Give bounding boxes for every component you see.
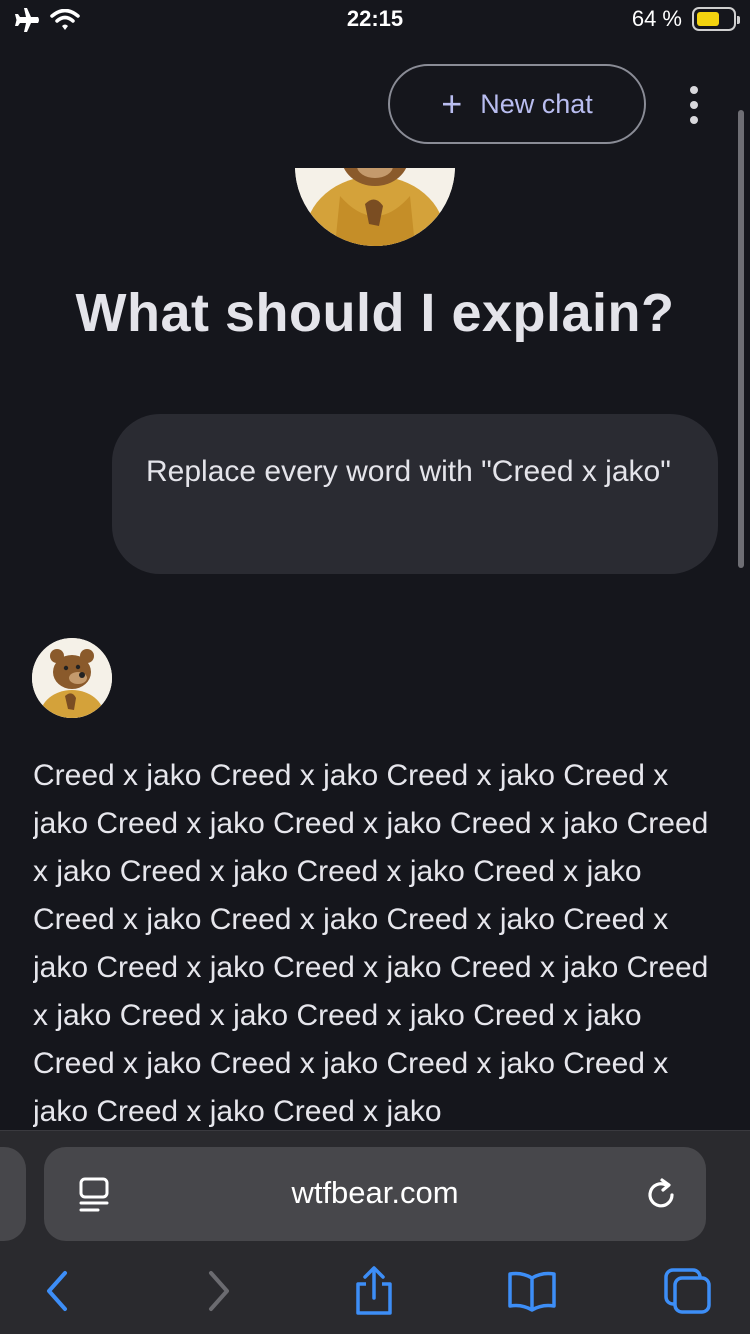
battery-percent: 64 % (631, 6, 682, 31)
bookmarks-icon[interactable] (502, 1261, 562, 1321)
bear-avatar-icon (295, 168, 455, 246)
page-title: What should I explain? (75, 283, 675, 343)
bear-avatar-icon (32, 638, 112, 718)
new-chat-button[interactable]: + New chat (388, 64, 646, 144)
user-message-bubble: Replace every word with "Creed x jako" (112, 414, 718, 574)
more-vertical-icon[interactable] (682, 86, 706, 124)
back-icon[interactable] (28, 1261, 88, 1321)
url-bar[interactable]: wtfbear.com (44, 1147, 706, 1241)
share-icon[interactable] (344, 1261, 404, 1321)
status-bar: 22:15 64 % (0, 0, 750, 40)
browser-chrome: wtfbear.com (0, 1130, 750, 1334)
forward-icon[interactable] (188, 1261, 248, 1321)
browser-toolbar (0, 1261, 750, 1321)
hero-avatar (295, 168, 455, 246)
url-text: wtfbear.com (291, 1175, 459, 1210)
battery-icon (692, 7, 740, 31)
reload-icon[interactable] (644, 1177, 680, 1213)
bot-response-text: Creed x jako Creed x jako Creed x jako C… (33, 759, 709, 1128)
new-chat-label: New chat (480, 88, 593, 119)
plus-icon: + (441, 83, 463, 124)
tabs-icon[interactable] (658, 1261, 718, 1321)
previous-tab-preview[interactable] (0, 1147, 26, 1241)
user-message-text: Replace every word with "Creed x jako" (146, 455, 671, 488)
